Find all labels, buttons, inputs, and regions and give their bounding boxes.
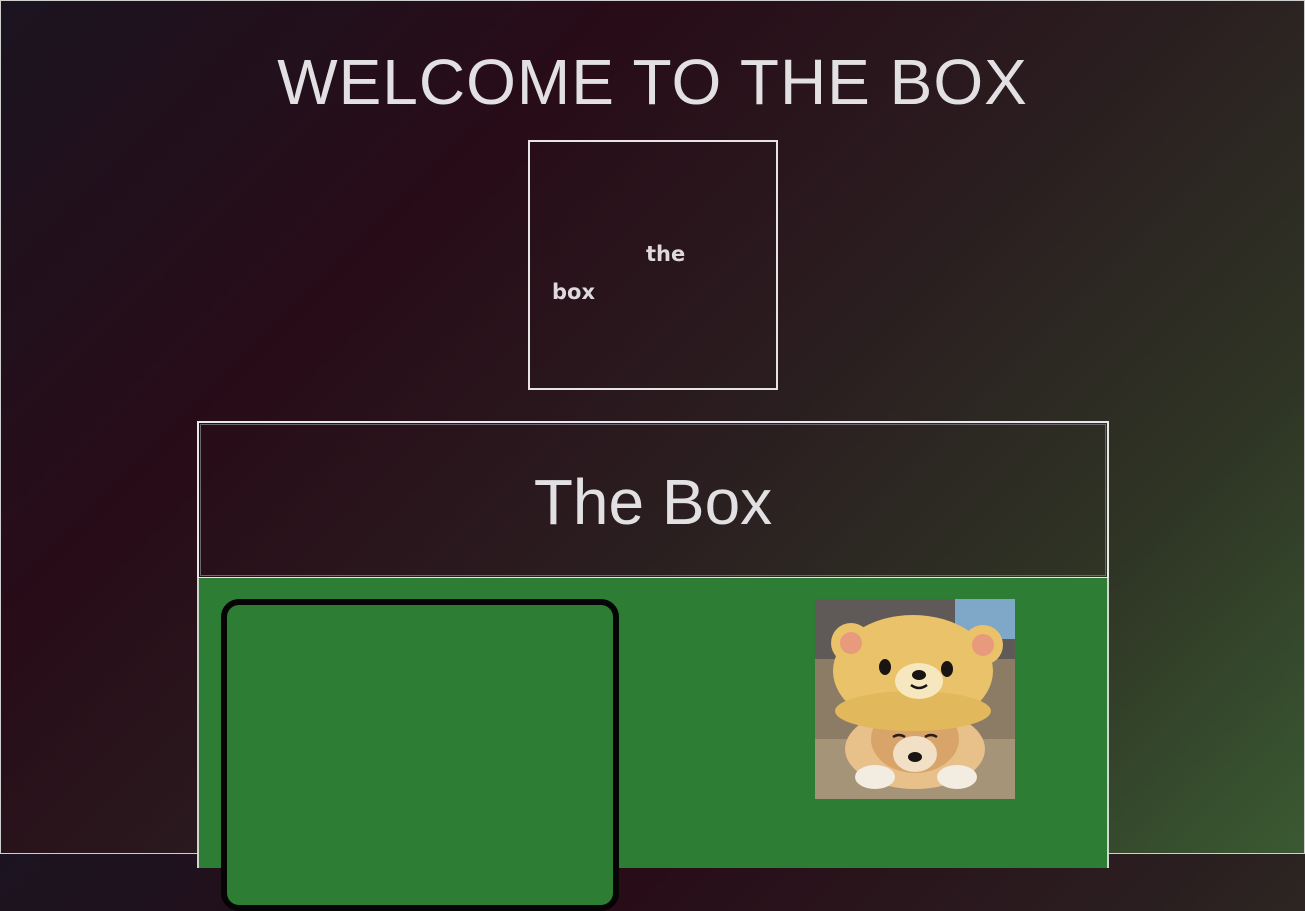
box-panel: The Box	[197, 421, 1109, 911]
panel-header: The Box	[197, 421, 1109, 579]
content-card	[221, 599, 619, 911]
panel-title: The Box	[533, 466, 773, 538]
dog-photo-image	[815, 599, 1015, 799]
logo-word-the: the	[646, 242, 686, 266]
dog-photo	[815, 599, 1015, 799]
logo-word-box: box	[552, 280, 596, 304]
page-heading: WELCOME TO THE BOX	[277, 46, 1028, 118]
logo-box: the box	[528, 140, 778, 390]
panel-body	[197, 578, 1109, 911]
